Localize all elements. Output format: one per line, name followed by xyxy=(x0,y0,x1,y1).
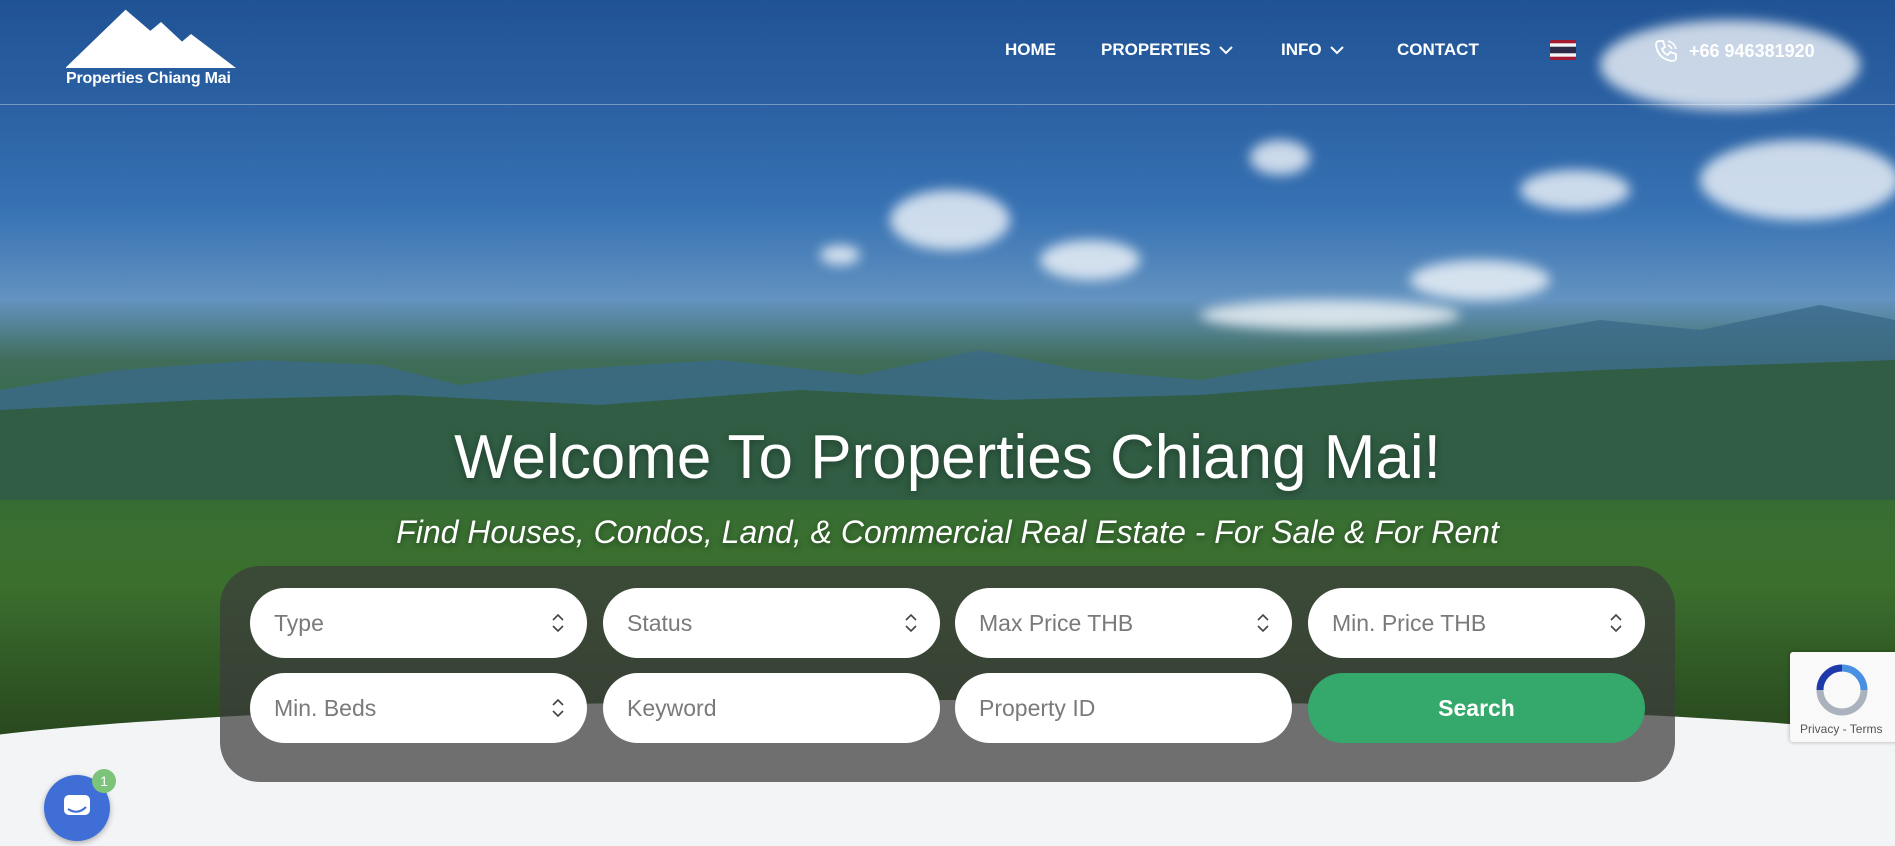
nav-contact[interactable]: CONTACT xyxy=(1397,40,1479,60)
min-price-select[interactable]: Min. Price THB xyxy=(1308,588,1645,658)
type-select-label: Type xyxy=(274,609,324,636)
cloud xyxy=(1700,140,1895,220)
property-id-input[interactable]: Property ID xyxy=(955,673,1292,743)
max-price-select-label: Max Price THB xyxy=(979,609,1134,636)
phone-icon xyxy=(1655,40,1677,62)
nav-info-label: INFO xyxy=(1281,40,1322,59)
property-id-placeholder: Property ID xyxy=(979,694,1096,721)
chevron-down-icon xyxy=(1329,45,1344,54)
chat-notification-badge: 1 xyxy=(92,769,116,793)
keyword-input[interactable]: Keyword xyxy=(603,673,940,743)
nav-home[interactable]: HOME xyxy=(1005,40,1056,60)
hero-title: Welcome To Properties Chiang Mai! xyxy=(454,423,1441,492)
phone-number: +66 946381920 xyxy=(1689,40,1815,61)
nav-properties-label: PROPERTIES xyxy=(1101,40,1211,59)
status-select-label: Status xyxy=(627,609,693,636)
site-logo[interactable]: Properties Chiang Mai xyxy=(65,8,246,94)
min-beds-select-label: Min. Beds xyxy=(274,694,377,721)
min-price-select-label: Min. Price THB xyxy=(1332,609,1487,636)
cloud xyxy=(1250,140,1310,175)
header: Properties Chiang Mai HOME PROPERTIES IN… xyxy=(0,0,1895,105)
cloud xyxy=(890,190,1010,250)
keyword-placeholder: Keyword xyxy=(627,694,717,721)
cloud xyxy=(1520,170,1630,210)
updown-chevron-icon xyxy=(905,613,917,633)
recaptcha-badge[interactable]: Privacy - Terms xyxy=(1790,652,1895,742)
chevron-down-icon xyxy=(1218,45,1233,54)
nav-info[interactable]: INFO xyxy=(1281,40,1344,60)
nav-properties[interactable]: PROPERTIES xyxy=(1101,40,1233,60)
cloud xyxy=(1040,240,1140,280)
updown-chevron-icon xyxy=(552,698,564,718)
hero-subtitle: Find Houses, Condos, Land, & Commercial … xyxy=(396,514,1499,550)
mountain-logo-icon xyxy=(65,9,236,69)
cloud xyxy=(820,245,860,265)
thai-flag-icon[interactable] xyxy=(1550,40,1576,60)
brand-name: Properties Chiang Mai xyxy=(66,70,231,87)
recaptcha-icon xyxy=(1816,664,1868,716)
updown-chevron-icon xyxy=(1257,613,1269,633)
nav-home-label: HOME xyxy=(1005,40,1056,59)
search-button-label: Search xyxy=(1438,694,1515,721)
updown-chevron-icon xyxy=(552,613,564,633)
phone-contact[interactable]: +66 946381920 xyxy=(1653,38,1815,64)
search-button[interactable]: Search xyxy=(1308,673,1645,743)
cloud xyxy=(1410,260,1550,300)
max-price-select[interactable]: Max Price THB xyxy=(955,588,1292,658)
nav-contact-label: CONTACT xyxy=(1397,40,1479,59)
recaptcha-links[interactable]: Privacy - Terms xyxy=(1800,722,1882,736)
min-beds-select[interactable]: Min. Beds xyxy=(250,673,587,743)
type-select[interactable]: Type xyxy=(250,588,587,658)
status-select[interactable]: Status xyxy=(603,588,940,658)
updown-chevron-icon xyxy=(1610,613,1622,633)
